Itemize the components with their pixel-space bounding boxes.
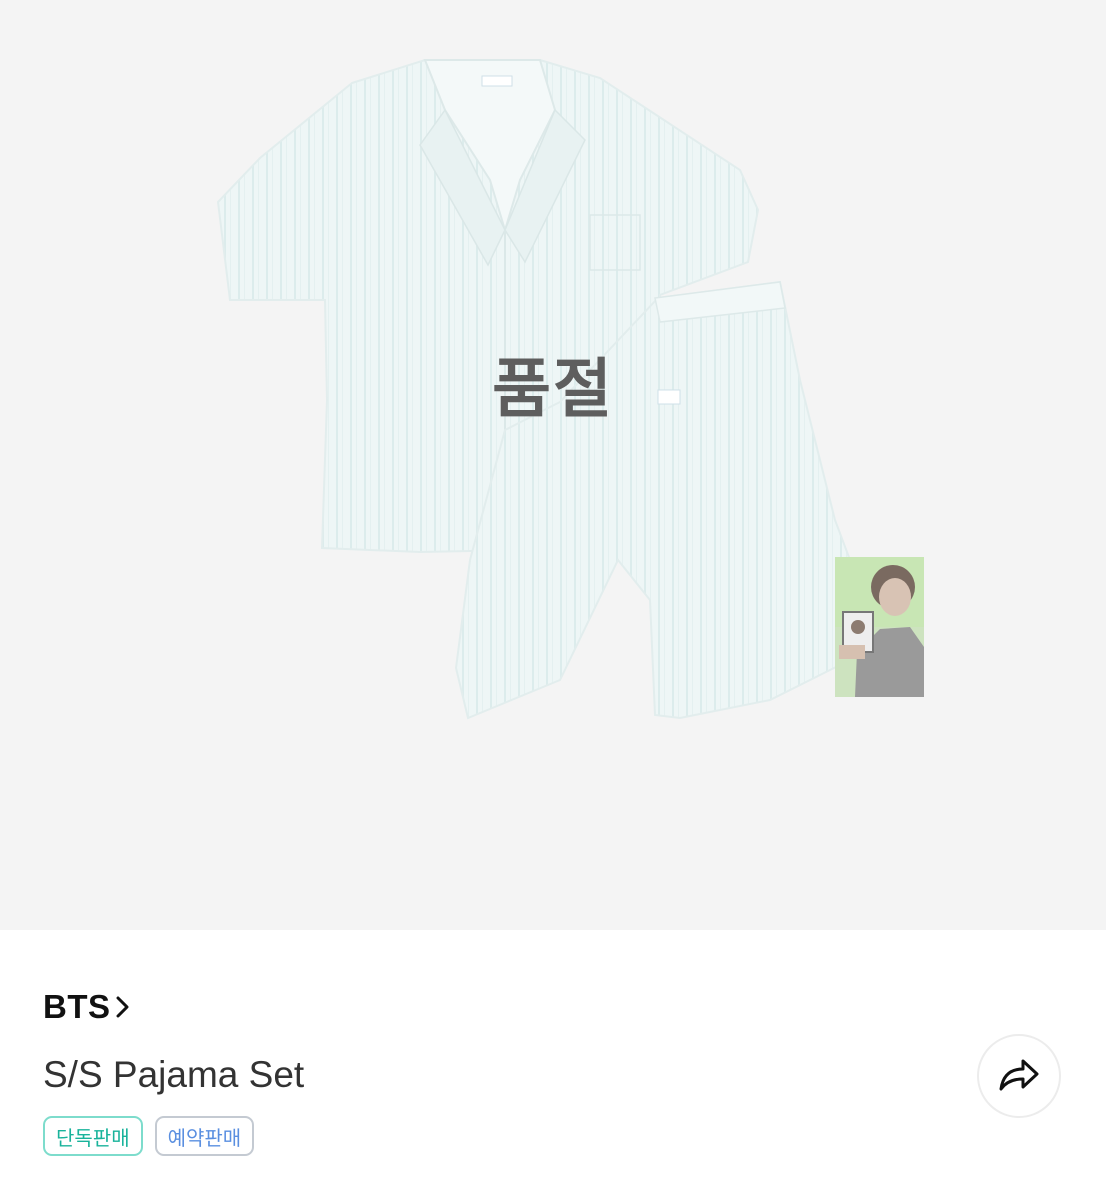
product-info: BTS S/S Pajama Set 단독판매 예약판매	[0, 930, 1106, 1200]
share-arrow-icon	[997, 1055, 1041, 1098]
chevron-right-icon	[115, 995, 131, 1019]
product-image-area[interactable]: 품절	[0, 0, 1106, 930]
brand-name: BTS	[43, 988, 111, 1025]
photocard-thumbnail	[835, 557, 924, 697]
exclusive-sale-badge: 단독판매	[43, 1116, 143, 1156]
share-button[interactable]	[977, 1034, 1061, 1118]
brand-link[interactable]: BTS	[43, 988, 131, 1026]
sold-out-label: 품절	[492, 353, 614, 427]
preorder-badge: 예약판매	[154, 1116, 255, 1156]
pajama-set-image	[216, 59, 852, 720]
photocard-image	[835, 557, 924, 697]
badge-list: 단독판매 예약판매	[43, 1116, 255, 1156]
product-title: S/S Pajama Set	[43, 1054, 305, 1095]
